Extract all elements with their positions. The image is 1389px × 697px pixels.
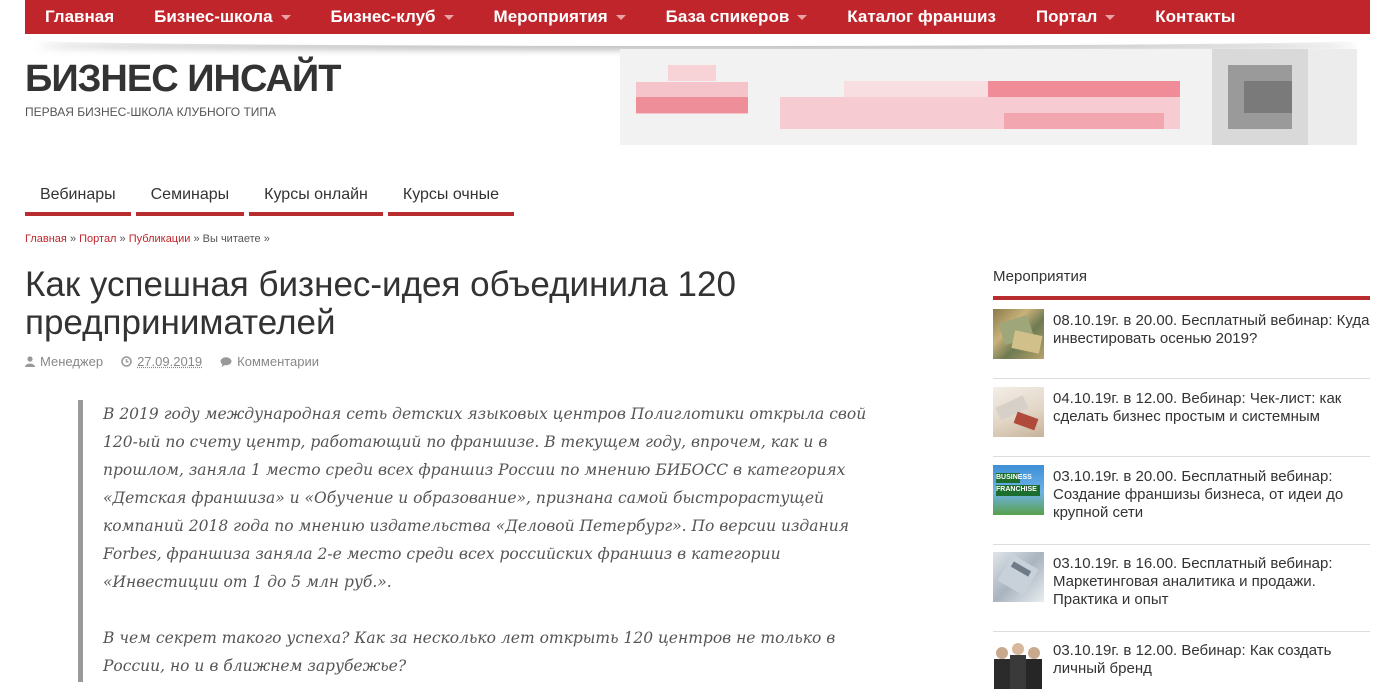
site-logo-title[interactable]: БИЗНЕС ИНСАЙТ — [25, 58, 341, 101]
event-item[interactable]: 03.10.19г. в 16.00. Бесплатный вебинар: … — [993, 552, 1370, 632]
author-name: Менеджер — [40, 354, 104, 369]
nav-item-speakers[interactable]: База спикеров — [666, 7, 808, 27]
event-thumbnail — [993, 639, 1044, 689]
nav-item-franchise-catalog[interactable]: Каталог франшиз — [847, 7, 996, 27]
event-thumbnail — [993, 552, 1044, 602]
category-nav: Вебинары Семинары Курсы онлайн Курсы очн… — [25, 178, 519, 216]
nav-item-label: Каталог франшиз — [847, 7, 996, 26]
article-date: 27.09.2019 — [121, 354, 202, 369]
chevron-down-icon — [280, 14, 291, 20]
nav-item-label: Мероприятия — [493, 7, 608, 26]
date-value: 27.09.2019 — [137, 354, 203, 369]
event-title: 03.10.19г. в 20.00. Бесплатный вебинар: … — [1053, 468, 1344, 521]
nav-item-business-club[interactable]: Бизнес-клуб — [331, 7, 454, 27]
header-banner-ad[interactable] — [620, 49, 1357, 145]
event-title: 03.10.19г. в 16.00. Бесплатный вебинар: … — [1053, 555, 1333, 608]
breadcrumb-separator: » — [69, 233, 77, 245]
tab-seminars[interactable]: Семинары — [135, 178, 245, 216]
event-title: 03.10.19г. в 12.00. Вебинар: Как создать… — [1053, 642, 1332, 677]
nav-item-label: Бизнес-школа — [154, 7, 273, 26]
article-quote: В 2019 году международная сеть детских я… — [78, 400, 898, 682]
nav-item-label: Главная — [45, 7, 115, 26]
chevron-down-icon — [797, 14, 808, 20]
event-title: 08.10.19г. в 20.00. Бесплатный вебинар: … — [1053, 312, 1370, 347]
sidebar-title-underline — [993, 296, 1370, 300]
nav-item-business-school[interactable]: Бизнес-школа — [154, 7, 291, 27]
event-item[interactable]: 08.10.19г. в 20.00. Бесплатный вебинар: … — [993, 309, 1370, 379]
nav-item-label: База спикеров — [665, 7, 790, 26]
tab-online-courses[interactable]: Курсы онлайн — [249, 178, 383, 216]
article-meta: Менеджер 27.09.2019 Комментарии — [25, 354, 337, 369]
chevron-down-icon — [1105, 14, 1116, 20]
nav-item-portal[interactable]: Портал — [1035, 7, 1116, 27]
article-comments-link[interactable]: Комментарии — [220, 354, 319, 369]
breadcrumb: Главная » Портал » Публикации » Вы читае… — [25, 233, 270, 245]
article-author[interactable]: Менеджер — [25, 354, 103, 369]
chevron-down-icon — [615, 14, 626, 20]
main-nav: Главная Бизнес-школа Бизнес-клуб Меропри… — [25, 0, 1370, 34]
site-tagline: ПЕРВАЯ БИЗНЕС-ШКОЛА КЛУБНОГО ТИПА — [25, 105, 277, 119]
event-item[interactable]: 04.10.19г. в 12.00. Вебинар: Чек-лист: к… — [993, 387, 1370, 457]
event-thumbnail — [993, 309, 1044, 359]
nav-item-label: Портал — [1035, 7, 1098, 26]
user-icon — [25, 356, 35, 367]
event-thumbnail: BUSINESS FRANCHISE — [993, 465, 1044, 515]
breadcrumb-separator: » — [193, 233, 200, 245]
nav-item-home[interactable]: Главная — [45, 7, 114, 27]
chevron-down-icon — [443, 14, 454, 20]
breadcrumb-separator: » — [119, 233, 126, 245]
article-title: Как успешная бизнес-идея объединила 120 … — [25, 265, 736, 342]
nav-item-events[interactable]: Мероприятия — [494, 7, 626, 27]
breadcrumb-link-portal[interactable]: Портал — [79, 233, 116, 245]
nav-item-label: Контакты — [1155, 7, 1236, 26]
breadcrumb-current: Вы читаете » — [202, 233, 270, 245]
breadcrumb-link-home[interactable]: Главная — [25, 233, 67, 245]
breadcrumb-link-publications[interactable]: Публикации — [129, 233, 191, 245]
sidebar-events-title: Мероприятия — [993, 268, 1088, 285]
quote-paragraph: В 2019 году международная сеть детских я… — [103, 405, 867, 591]
comment-icon — [220, 356, 232, 367]
comments-label: Комментарии — [237, 354, 320, 369]
event-title: 04.10.19г. в 12.00. Вебинар: Чек-лист: к… — [1053, 390, 1342, 425]
quote-paragraph: В чем секрет такого успеха? Как за неско… — [103, 629, 836, 675]
clock-icon — [121, 356, 132, 367]
nav-shadow — [35, 34, 1360, 46]
tab-webinars[interactable]: Вебинары — [25, 178, 131, 216]
thumbnail-sign-text: BUSINESS FRANCHISE — [996, 474, 1037, 493]
nav-item-label: Бизнес-клуб — [330, 7, 436, 26]
nav-item-contacts[interactable]: Контакты — [1155, 7, 1235, 27]
event-item[interactable]: 03.10.19г. в 12.00. Вебинар: Как создать… — [993, 639, 1370, 697]
event-item[interactable]: BUSINESS FRANCHISE 03.10.19г. в 20.00. Б… — [993, 465, 1370, 545]
event-thumbnail — [993, 387, 1044, 437]
tab-offline-courses[interactable]: Курсы очные — [387, 178, 514, 216]
